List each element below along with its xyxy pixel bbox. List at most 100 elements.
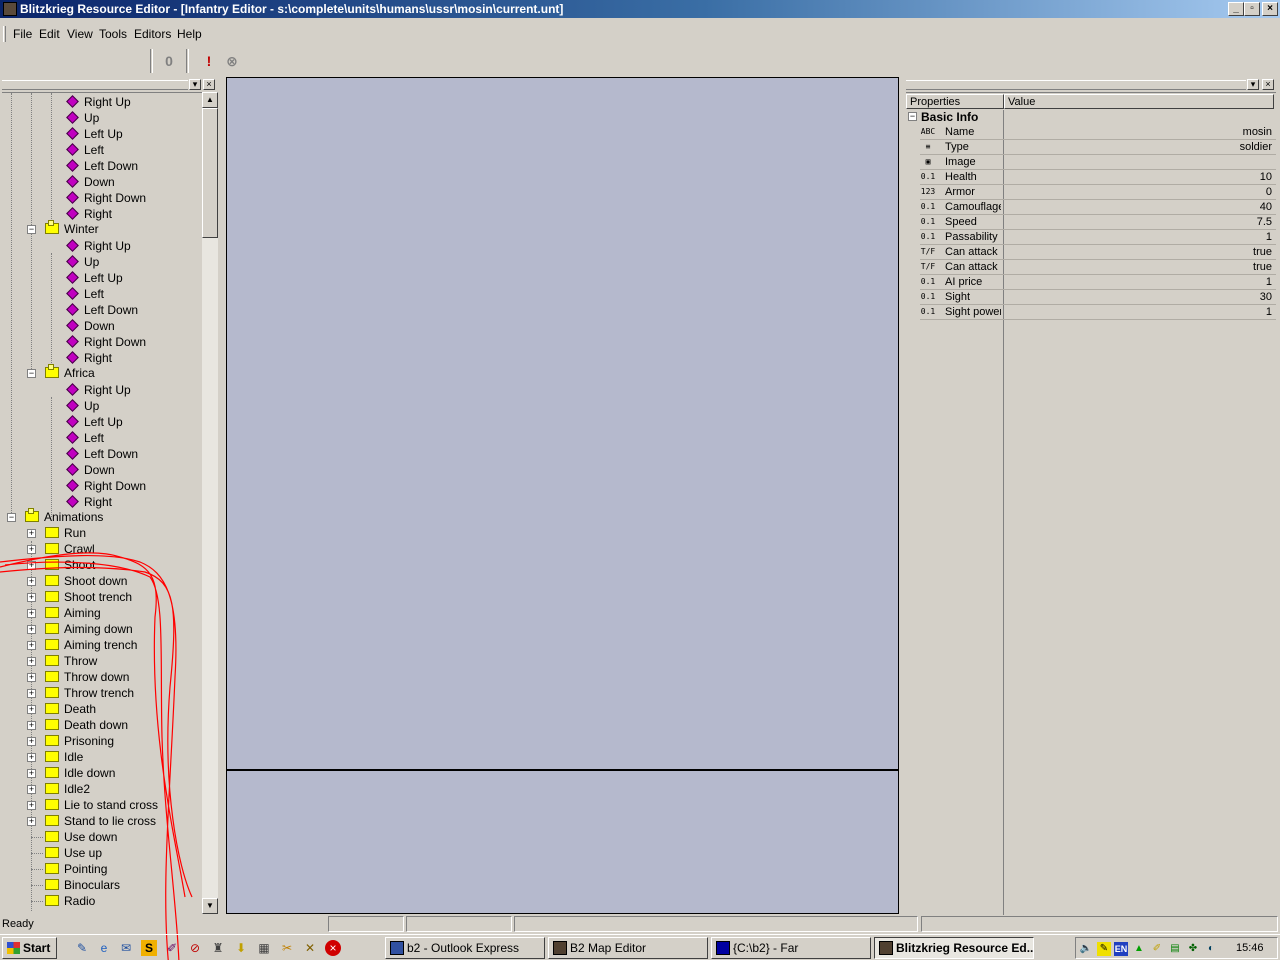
menu-editors[interactable]: Editors [134,27,171,41]
property-row[interactable]: ▣ Image [906,155,1276,170]
tree-item-animation[interactable]: Idle [45,749,83,765]
expand-toggle[interactable]: + [27,593,36,602]
tree-item-animation[interactable]: Pointing [45,861,107,877]
tree-item-animation[interactable]: Lie to stand cross [45,797,158,813]
tree-item-direction[interactable]: Down [66,174,115,190]
expand-toggle[interactable]: + [27,689,36,698]
tools-icon[interactable]: ✤ [1186,942,1200,956]
tree-item-animation[interactable]: Shoot down [45,573,127,589]
property-value[interactable]: 40 [1260,200,1272,214]
tool-icon[interactable]: ✂ [279,940,295,956]
expand-toggle[interactable]: + [27,673,36,682]
property-row[interactable]: T/F Can attack c true [906,260,1276,275]
property-row[interactable]: 0.1 Speed 7.5 [906,215,1276,230]
expand-toggle[interactable]: + [27,545,36,554]
menu-grip[interactable] [3,26,6,42]
task-resource-editor[interactable]: Blitzkrieg Resource Ed... [874,937,1034,959]
tree-item-direction[interactable]: Left Down [66,302,138,318]
app-s-icon[interactable]: S [141,940,157,956]
tree-item-animation[interactable]: Aiming trench [45,637,137,653]
property-value[interactable]: true [1253,245,1272,259]
tree-item-direction[interactable]: Down [66,462,115,478]
language-indicator[interactable]: EN [1114,942,1128,956]
tree-item-direction[interactable]: Right Up [66,382,131,398]
tree-item-winter[interactable]: Winter [45,220,99,237]
column-header-properties[interactable]: Properties [906,94,1004,109]
scroll-up-button[interactable]: ▲ [202,92,218,108]
tree-item-animation[interactable]: Run [45,525,86,541]
property-row[interactable]: 0.1 Health 10 [906,170,1276,185]
property-value[interactable]: 1 [1266,305,1272,319]
pane-close-button[interactable]: × [203,79,215,90]
close-button[interactable]: × [1262,2,1278,16]
internet-explorer-icon[interactable]: e [96,940,112,956]
pane-dock-button[interactable]: ▾ [1247,79,1259,90]
property-row[interactable]: 123 Armor 0 [906,185,1276,200]
menu-tools[interactable]: Tools [99,27,127,41]
tree-item-animation[interactable]: Prisoning [45,733,114,749]
expand-toggle[interactable]: + [27,737,36,746]
viewport-splitter[interactable] [227,769,898,771]
tree-item-animation[interactable]: Aiming down [45,621,133,637]
expand-toggle[interactable]: + [27,785,36,794]
tree-item-direction[interactable]: Right Up [66,238,131,254]
expand-toggle[interactable]: + [27,721,36,730]
exclamation-icon[interactable]: ! [201,53,217,69]
tree-item-africa[interactable]: Africa [45,364,95,381]
app-icon[interactable] [3,2,17,16]
tree-item-direction[interactable]: Left Up [66,126,123,142]
tree-item-animation[interactable]: Stand to lie cross [45,813,156,829]
tree-item-animation[interactable]: Crawl [45,541,95,557]
restore-button[interactable]: ▫ [1244,2,1260,16]
tree-item-animation[interactable]: Death [45,701,96,717]
tree-item-animation[interactable]: Throw trench [45,685,134,701]
tree-item-animation[interactable]: Idle down [45,765,115,781]
property-row[interactable]: 0.1 Passability 1 [906,230,1276,245]
pen-icon[interactable]: ✎ [1097,942,1111,956]
expand-toggle[interactable]: + [27,769,36,778]
expand-toggle[interactable]: + [27,753,36,762]
pane-gripper[interactable] [2,80,188,90]
tree-item-direction[interactable]: Left Down [66,446,138,462]
cancel-icon[interactable]: ⊗ [224,53,240,69]
tree-item-animation[interactable]: Binoculars [45,877,120,893]
title-bar[interactable]: Blitzkrieg Resource Editor - [Infantry E… [0,0,1280,18]
edit-icon[interactable]: ✐ [1150,942,1164,956]
resource-tree[interactable]: Right Up Up Left Up Left Left Down Down … [2,92,202,912]
tree-item-direction[interactable]: Left Up [66,270,123,286]
expand-toggle[interactable]: + [27,657,36,666]
tree-item-direction[interactable]: Right [66,494,112,510]
tree-item-animations[interactable]: Animations [25,508,103,525]
tree-item-animation[interactable]: Idle2 [45,781,90,797]
task-far-manager[interactable]: {C:\b2} - Far [711,937,871,959]
collapse-toggle[interactable]: − [908,112,917,121]
tree-item-direction[interactable]: Right Up [66,94,131,110]
expand-toggle[interactable]: + [27,817,36,826]
scroll-thumb[interactable] [202,108,218,238]
tree-item-animation[interactable]: Use up [45,845,102,861]
expand-toggle[interactable]: + [27,577,36,586]
game-icon[interactable]: ♜ [210,940,226,956]
minimize-button[interactable]: _ [1228,2,1244,16]
task-map-editor[interactable]: B2 Map Editor [548,937,708,959]
property-value[interactable]: 7.5 [1257,215,1272,229]
property-value[interactable]: soldier [1240,140,1272,154]
collapse-toggle[interactable]: − [27,225,36,234]
outlook-icon[interactable]: ✉ [118,940,134,956]
tree-item-animation[interactable]: Radio [45,893,95,909]
tree-item-animation[interactable]: Shoot trench [45,589,132,605]
no-entry-icon[interactable]: ⊘ [187,940,203,956]
menu-view[interactable]: View [67,27,93,41]
tree-item-direction[interactable]: Left Up [66,414,123,430]
close-circle-icon[interactable]: × [325,940,341,956]
menu-edit[interactable]: Edit [39,27,60,41]
pane-dock-button[interactable]: ▾ [189,79,201,90]
tree-item-direction[interactable]: Right [66,350,112,366]
expand-toggle[interactable]: + [27,561,36,570]
tree-item-direction[interactable]: Right Down [66,190,146,206]
start-button[interactable]: Start [2,937,57,959]
expand-toggle[interactable]: + [27,801,36,810]
expand-toggle[interactable]: + [27,641,36,650]
tree-item-animation[interactable]: Throw down [45,669,129,685]
expand-toggle[interactable]: + [27,625,36,634]
